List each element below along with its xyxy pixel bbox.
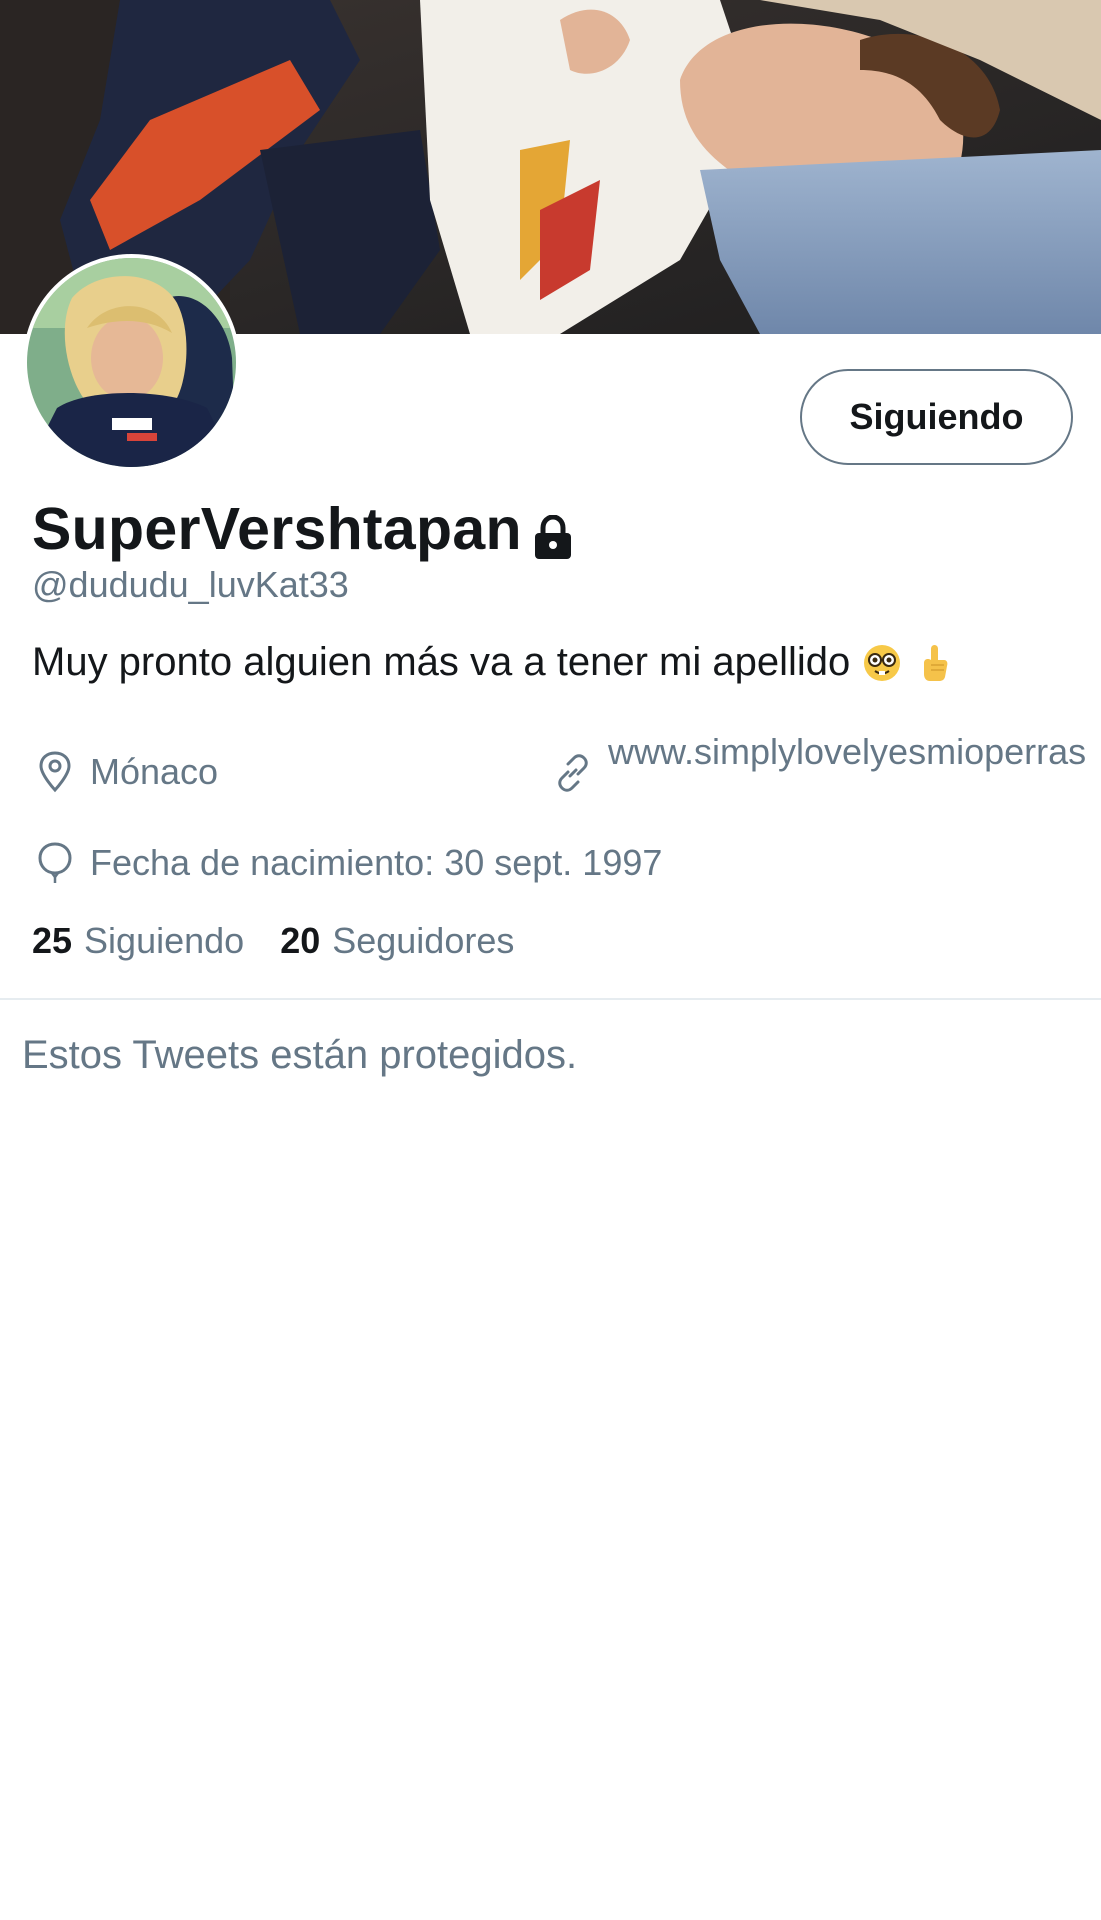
balloon-icon: [34, 842, 76, 884]
link-icon: [552, 752, 594, 794]
nerd-face-emoji-icon: [862, 643, 902, 683]
profile-handle: @dududu_luvKat33: [32, 564, 349, 605]
following-label[interactable]: Siguiendo: [84, 920, 244, 962]
profile-display-name: SuperVershtapan: [32, 494, 574, 564]
location-text: Mónaco: [90, 751, 219, 792]
lock-icon: [532, 506, 574, 559]
website-link[interactable]: www.simplylovelyesmioperras: [608, 730, 1101, 774]
bio-text: Muy pronto alguien más va a tener mi ape…: [32, 640, 851, 684]
pointing-up-emoji-icon: [914, 643, 954, 683]
section-divider: [0, 998, 1101, 1000]
protected-tweets-message: Estos Tweets están protegidos.: [22, 1033, 578, 1077]
profile-bio: Muy pronto alguien más va a tener mi ape…: [32, 640, 954, 685]
followers-count[interactable]: 20: [280, 920, 320, 962]
profile-website[interactable]: www.simplylovelyesmioperras: [552, 730, 1101, 794]
profile-birthdate: Fecha de nacimiento: 30 sept. 1997: [34, 842, 662, 884]
follow-counts: 25 Siguiendo 20 Seguidores: [32, 920, 550, 962]
profile-avatar[interactable]: [23, 254, 240, 471]
profile-location: Mónaco: [34, 751, 218, 793]
following-count[interactable]: 25: [32, 920, 72, 962]
followers-label[interactable]: Seguidores: [332, 920, 514, 962]
birthdate-text: Fecha de nacimiento: 30 sept. 1997: [90, 842, 663, 883]
location-pin-icon: [34, 751, 76, 793]
following-button[interactable]: Siguiendo: [800, 369, 1073, 465]
display-name-text: SuperVershtapan: [32, 496, 522, 562]
